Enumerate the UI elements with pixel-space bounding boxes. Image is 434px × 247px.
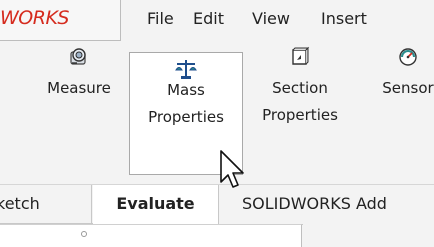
mouse-cursor-icon (220, 150, 244, 188)
solidworks-logo-tab[interactable]: WORKS (0, 0, 121, 41)
measure-button[interactable]: Measure (33, 41, 125, 102)
command-manager-tabs: ketch Evaluate SOLIDWORKS Add (0, 184, 434, 225)
section-properties-button[interactable]: Section Properties (240, 41, 360, 129)
graphics-area (303, 224, 434, 247)
sensor-label: Sensor (382, 79, 434, 97)
menu-edit[interactable]: Edit (193, 9, 224, 28)
tab-sketch-label: ketch (0, 194, 40, 213)
menu-bar: WORKS File Edit View Insert (0, 0, 434, 41)
sensor-button[interactable]: Sensor (368, 41, 434, 102)
measure-label: Measure (47, 79, 111, 97)
tree-node-icon (81, 231, 87, 237)
tab-solidworks-addins[interactable]: SOLIDWORKS Add (220, 185, 434, 225)
tab-sketch[interactable]: ketch (0, 185, 92, 225)
sensor-gauge-icon (399, 48, 417, 66)
measure-icon (70, 48, 86, 65)
command-ribbon: Measure Mass Properties Section Properti… (0, 41, 434, 184)
section-properties-label-line1: Section (272, 79, 328, 97)
tab-solidworks-addins-label: SOLIDWORKS Add (242, 194, 387, 213)
tab-evaluate[interactable]: Evaluate (93, 185, 219, 225)
feature-manager-panel (0, 224, 302, 247)
section-properties-icon (292, 46, 310, 65)
menu-insert[interactable]: Insert (321, 9, 367, 28)
menu-file[interactable]: File (147, 9, 174, 28)
menu-view[interactable]: View (252, 9, 290, 28)
solidworks-logo: WORKS (0, 7, 69, 29)
mass-properties-label-line2: Properties (148, 108, 224, 126)
scale-icon (175, 60, 197, 79)
mass-properties-label-line1: Mass (167, 81, 205, 99)
tab-evaluate-label: Evaluate (116, 194, 195, 213)
section-properties-label-line2: Properties (262, 106, 338, 124)
